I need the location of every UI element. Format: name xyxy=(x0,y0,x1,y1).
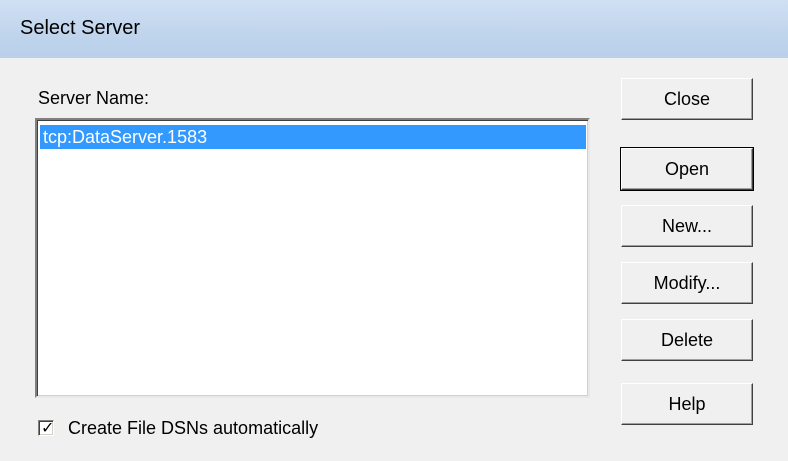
window-title: Select Server xyxy=(20,17,141,39)
select-server-dialog: Select Server Server Name: tcp:DataServe… xyxy=(0,0,788,461)
create-file-dsns-label[interactable]: Create File DSNs automatically xyxy=(68,418,318,439)
server-name-label: Server Name: xyxy=(38,88,150,108)
title-bar[interactable]: Select Server xyxy=(0,0,788,58)
create-file-dsns-checkbox[interactable]: ✓ xyxy=(38,418,55,437)
modify-button[interactable]: Modify... xyxy=(621,262,753,304)
server-list-item[interactable]: tcp:DataServer.1583 xyxy=(40,125,586,149)
server-list[interactable]: tcp:DataServer.1583 xyxy=(35,118,590,398)
checkmark-icon: ✓ xyxy=(41,418,55,437)
delete-button[interactable]: Delete xyxy=(621,319,753,361)
new-button[interactable]: New... xyxy=(621,205,753,247)
open-button[interactable]: Open xyxy=(620,147,754,191)
close-button[interactable]: Close xyxy=(621,78,753,120)
help-button[interactable]: Help xyxy=(621,383,753,425)
